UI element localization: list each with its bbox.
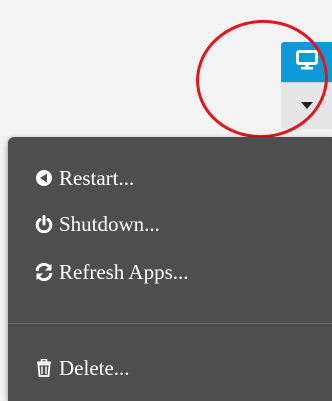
dropdown-toggle-button[interactable] (281, 82, 332, 129)
refresh-icon (33, 261, 55, 283)
menu-item-label: Refresh Apps... (59, 259, 189, 284)
menu-item-delete[interactable]: Delete... (33, 353, 130, 383)
menu-item-restart[interactable]: Restart... (33, 163, 134, 193)
trash-icon (33, 357, 55, 379)
menu-item-label: Delete... (59, 355, 130, 380)
restart-icon (33, 167, 55, 189)
power-icon (33, 213, 55, 235)
menu-divider (8, 323, 332, 324)
menu-item-refresh-apps[interactable]: Refresh Apps... (33, 257, 189, 287)
dropdown-menu: Restart... Shutdown... Refresh Apps... D… (8, 137, 332, 401)
caret-down-icon (300, 97, 313, 115)
monitor-button[interactable] (281, 42, 332, 82)
monitor-icon (295, 49, 318, 75)
menu-item-label: Restart... (59, 165, 135, 190)
menu-item-shutdown[interactable]: Shutdown... (33, 209, 160, 239)
top-bar (0, 0, 332, 145)
menu-item-label: Shutdown... (59, 211, 160, 236)
